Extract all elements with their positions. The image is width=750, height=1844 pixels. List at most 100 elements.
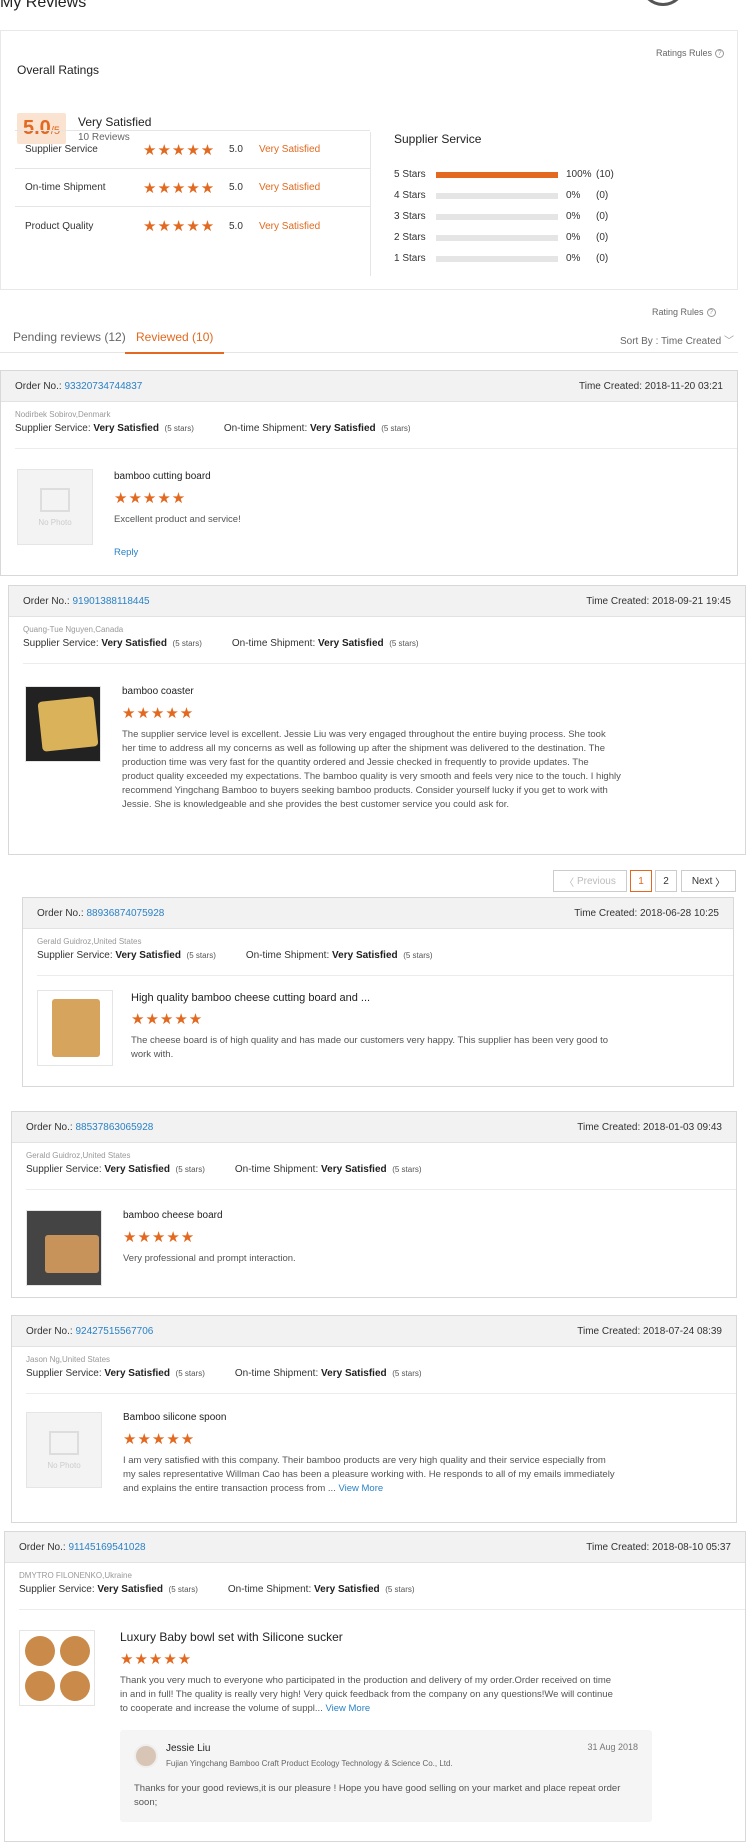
dist-bar: [436, 213, 558, 220]
rating-rules-link[interactable]: Rating Rules?: [652, 307, 716, 318]
review-card: Order No.: 88936874075928 Time Created: …: [22, 897, 734, 1087]
card-header: Order No.: 91901388118445 Time Created: …: [9, 586, 745, 617]
help-icon: ?: [706, 308, 716, 318]
review-text: Very professional and prompt interaction…: [123, 1253, 296, 1264]
dist-bar: [436, 171, 558, 178]
review-text: Excellent product and service!: [114, 514, 241, 525]
dist-bar: [436, 192, 558, 199]
reply-author: Jessie Liu: [166, 1743, 211, 1754]
buyer-name: Nodirbek Sobirov,Denmark: [15, 410, 111, 419]
review-tabs: Pending reviews (12) Reviewed (10) Sort …: [0, 322, 738, 354]
product-name[interactable]: bamboo coaster: [122, 686, 194, 697]
page-1-button[interactable]: 1: [630, 870, 652, 892]
product-image: [37, 990, 113, 1066]
review-text: The supplier service level is excellent.…: [122, 729, 621, 810]
review-card: Order No.: 91901388118445 Time Created: …: [8, 585, 746, 855]
user-avatar[interactable]: [640, 0, 686, 6]
help-icon: ?: [715, 49, 725, 59]
card-header: Order No.: 92427515567706 Time Created: …: [12, 1316, 736, 1347]
view-more-link[interactable]: View More: [338, 1483, 383, 1494]
chevron-right-icon: 〉: [715, 877, 726, 889]
supplier-reply: Jessie Liu 31 Aug 2018 Fujian Yingchang …: [120, 1730, 652, 1822]
dist-row-2: 2 Stars 0% (0): [394, 232, 609, 243]
star-rating: ★★★★★: [123, 1229, 196, 1246]
summary-row-ontime-shipment: On-time Shipment ★★★★★ 5.0 Very Satisfie…: [15, 169, 370, 207]
overall-verdict: Very Satisfied: [78, 115, 152, 129]
buyer-name: Gerald Guidroz,United States: [26, 1151, 131, 1160]
service-ratings: Supplier Service: Very Satisfied (5 star…: [26, 1368, 736, 1394]
order-number-link[interactable]: 91901388118445: [72, 596, 149, 607]
buyer-name: Jason Ng,United States: [26, 1355, 111, 1364]
dist-row-4: 4 Stars 0% (0): [394, 190, 609, 201]
dist-row-1: 1 Stars 0% (0): [394, 253, 609, 264]
dist-row-5: 5 Stars 100% (10): [394, 169, 614, 180]
star-rating: ★★★★★: [123, 1431, 196, 1448]
star-rating: ★★★★★: [143, 218, 216, 235]
tab-pending[interactable]: Pending reviews (12): [13, 330, 126, 344]
product-image: No Photo: [17, 469, 93, 545]
product-name[interactable]: bamboo cheese board: [123, 1210, 223, 1221]
service-ratings: Supplier Service: Very Satisfied (5 star…: [23, 638, 745, 664]
page-2-button[interactable]: 2: [655, 870, 677, 892]
order-number-link[interactable]: 88537863065928: [75, 1122, 153, 1133]
product-name[interactable]: bamboo cutting board: [114, 471, 211, 482]
sort-select[interactable]: Sort By : Time Created ﹀: [620, 332, 734, 347]
order-number-link[interactable]: 88936874075928: [86, 908, 164, 919]
star-rating: ★★★★★: [143, 179, 216, 197]
card-header: Order No.: 93320734744837 Time Created: …: [1, 371, 737, 402]
buyer-name: Quang-Tue Nguyen,Canada: [23, 625, 124, 634]
review-card: Order No.: 91145169541028 Time Created: …: [4, 1531, 746, 1842]
reply-text: Thanks for your good reviews,it is our p…: [134, 1783, 621, 1808]
avatar: [134, 1744, 158, 1768]
ratings-rules-link[interactable]: Ratings Rules?: [656, 48, 725, 59]
order-number-link[interactable]: 91145169541028: [68, 1542, 145, 1553]
product-name[interactable]: High quality bamboo cheese cutting board…: [131, 992, 370, 1004]
product-image: [26, 1210, 102, 1286]
previous-page-button[interactable]: 〈 Previous: [553, 870, 627, 892]
star-rating: ★★★★★: [131, 1011, 204, 1028]
page-title: My Reviews: [0, 0, 87, 11]
cheese-board-image: [45, 1235, 99, 1273]
reply-date: 31 Aug 2018: [587, 1742, 638, 1752]
service-ratings: Supplier Service: Very Satisfied (5 star…: [19, 1584, 745, 1610]
summary-row-product-quality: Product Quality ★★★★★ 5.0 Very Satisfied: [25, 218, 321, 235]
service-ratings: Supplier Service: Very Satisfied (5 star…: [37, 950, 733, 976]
review-text: The cheese board is of high quality and …: [131, 1035, 609, 1060]
review-card: Order No.: 93320734744837 Time Created: …: [0, 370, 738, 576]
review-text: I am very satisfied with this company. T…: [123, 1455, 615, 1494]
cheese-board-image: [52, 999, 100, 1057]
star-rating: ★★★★★: [120, 1651, 193, 1668]
next-page-button[interactable]: Next 〉: [681, 870, 736, 892]
dist-bar-fill: [436, 171, 558, 178]
service-ratings: Supplier Service: Very Satisfied (5 star…: [15, 423, 737, 449]
product-image: [19, 1630, 95, 1706]
chevron-down-icon: ﹀: [723, 336, 734, 347]
star-distribution: 5 Stars 100% (10) 4 Stars 0% (0) 3 Stars 0% (0…: [394, 164, 714, 269]
dist-bar: [436, 255, 558, 262]
buyer-name: Gerald Guidroz,United States: [37, 937, 142, 946]
review-card: Order No.: 92427515567706 Time Created: …: [11, 1315, 737, 1523]
reply-company: Fujian Yingchang Bamboo Craft Product Ec…: [166, 1759, 453, 1768]
card-header: Order No.: 91145169541028 Time Created: …: [5, 1532, 745, 1563]
dist-bar: [436, 234, 558, 241]
rating-summary-table: Supplier Service ★★★★★ 5.0 Very Satisfie…: [15, 130, 370, 245]
star-rating: ★★★★★: [114, 490, 187, 507]
tab-reviewed[interactable]: Reviewed (10): [125, 330, 225, 354]
divider: [370, 132, 371, 276]
order-number-link[interactable]: 93320734744837: [64, 381, 142, 392]
buyer-name: DMYTRO FILONENKO,Ukraine: [19, 1571, 132, 1580]
product-image: [25, 686, 101, 762]
review-text: Thank you very much to everyone who part…: [120, 1675, 613, 1714]
view-more-link[interactable]: View More: [325, 1703, 370, 1714]
product-name[interactable]: Bamboo silicone spoon: [123, 1412, 226, 1423]
order-number-link[interactable]: 92427515567706: [75, 1326, 153, 1337]
image-placeholder-icon: [40, 487, 70, 512]
overall-ratings-heading: Overall Ratings: [17, 63, 100, 77]
service-ratings: Supplier Service: Very Satisfied (5 star…: [26, 1164, 736, 1190]
reply-link[interactable]: Reply: [114, 546, 138, 560]
star-rating: ★★★★★: [143, 141, 216, 159]
dist-row-3: 3 Stars 0% (0): [394, 211, 609, 222]
chevron-left-icon: 〈: [564, 877, 575, 889]
card-header: Order No.: 88537863065928 Time Created: …: [12, 1112, 736, 1143]
product-name[interactable]: Luxury Baby bowl set with Silicone sucke…: [120, 1630, 343, 1644]
